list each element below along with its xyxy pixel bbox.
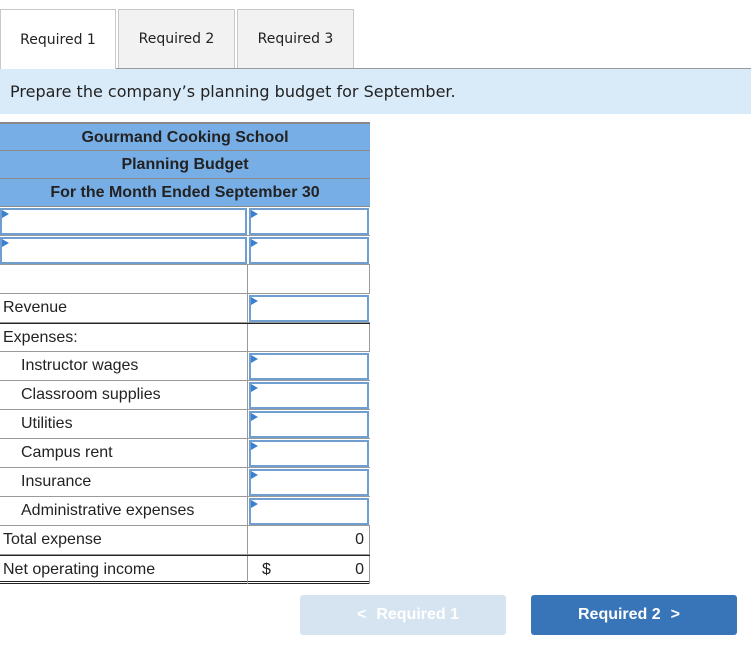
next-button-label: Required 2	[577, 606, 661, 623]
prev-required-1-button[interactable]: < Required 1	[300, 595, 506, 635]
expense-label: Utilities	[0, 410, 248, 438]
expense-label: Campus rent	[0, 439, 248, 467]
table-row-blank	[0, 265, 370, 294]
table-row	[0, 207, 370, 236]
label-dropdown-1[interactable]	[0, 208, 247, 235]
dropdown-marker-icon	[251, 413, 258, 421]
net-operating-income-row: Net operating income $ 0	[0, 555, 370, 584]
currency-symbol: $	[262, 561, 271, 578]
prev-button-label: Required 1	[376, 606, 460, 623]
expense-label: Classroom supplies	[0, 381, 248, 409]
next-required-2-button[interactable]: Required 2 >	[531, 595, 737, 635]
net-operating-income-value: 0	[355, 561, 364, 578]
revenue-row: Revenue	[0, 294, 370, 323]
dropdown-marker-icon	[251, 297, 258, 305]
amount-input-2[interactable]	[249, 237, 369, 264]
expense-row-utilities: Utilities	[0, 410, 370, 439]
chevron-right-icon: >	[670, 606, 681, 623]
campus-rent-input[interactable]	[249, 440, 369, 467]
dropdown-marker-icon	[251, 442, 258, 450]
dropdown-marker-icon	[251, 500, 258, 508]
dropdown-marker-icon	[251, 355, 258, 363]
revenue-label: Revenue	[0, 294, 248, 322]
total-expense-label: Total expense	[0, 526, 248, 554]
insurance-input[interactable]	[249, 469, 369, 496]
expenses-header-row: Expenses:	[0, 323, 370, 352]
dropdown-marker-icon	[251, 239, 258, 247]
expense-row-campus-rent: Campus rent	[0, 439, 370, 468]
tab-required-1[interactable]: Required 1	[0, 9, 116, 69]
tab-required-2[interactable]: Required 2	[118, 9, 235, 68]
expense-row-administrative: Administrative expenses	[0, 497, 370, 526]
table-row	[0, 236, 370, 265]
statement-title: Planning Budget	[0, 151, 370, 179]
amount-input-1[interactable]	[249, 208, 369, 235]
company-name: Gourmand Cooking School	[0, 122, 370, 151]
instruction-text: Prepare the company’s planning budget fo…	[0, 68, 751, 114]
chevron-left-icon: <	[356, 606, 367, 623]
utilities-input[interactable]	[249, 411, 369, 438]
expense-label: Administrative expenses	[0, 497, 248, 525]
expense-row-classroom-supplies: Classroom supplies	[0, 381, 370, 410]
instructor-wages-input[interactable]	[249, 353, 369, 380]
dropdown-marker-icon	[2, 210, 9, 218]
statement-period: For the Month Ended September 30	[0, 179, 370, 207]
tab-required-3[interactable]: Required 3	[237, 9, 354, 68]
expense-label: Insurance	[0, 468, 248, 496]
expenses-label: Expenses:	[0, 324, 248, 352]
planning-budget-table: Gourmand Cooking School Planning Budget …	[0, 122, 370, 584]
classroom-supplies-input[interactable]	[249, 382, 369, 409]
administrative-expenses-input[interactable]	[249, 498, 369, 525]
revenue-input[interactable]	[249, 295, 369, 322]
expense-row-instructor-wages: Instructor wages	[0, 352, 370, 381]
dropdown-marker-icon	[251, 210, 258, 218]
net-operating-income-label: Net operating income	[0, 556, 248, 584]
dropdown-marker-icon	[251, 384, 258, 392]
dropdown-marker-icon	[2, 239, 9, 247]
expense-label: Instructor wages	[0, 352, 248, 380]
total-expense-row: Total expense 0	[0, 526, 370, 555]
expense-row-insurance: Insurance	[0, 468, 370, 497]
total-expense-value: 0	[248, 526, 370, 554]
dropdown-marker-icon	[251, 471, 258, 479]
label-dropdown-2[interactable]	[0, 237, 247, 264]
